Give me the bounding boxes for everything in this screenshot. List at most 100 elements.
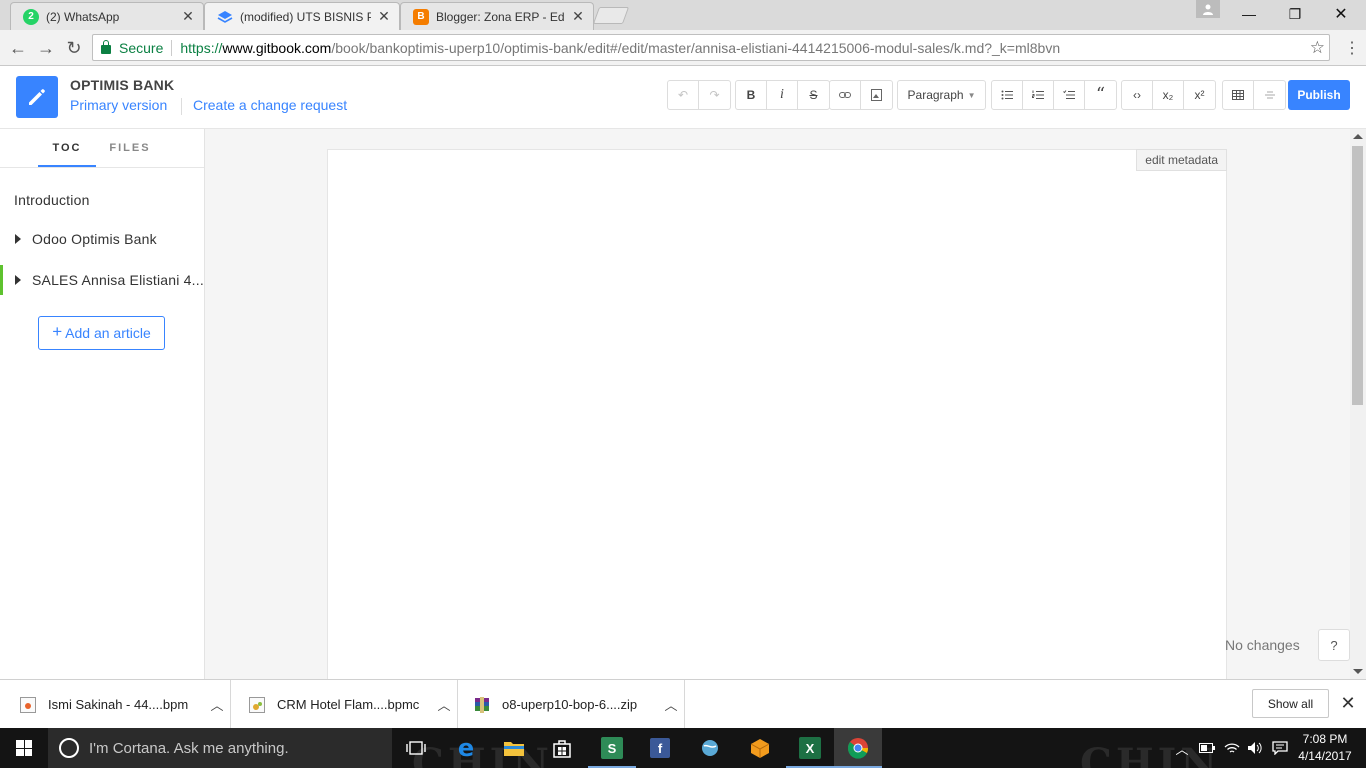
edit-pencil-icon[interactable]	[16, 76, 58, 118]
chevron-up-icon[interactable]: ︿	[431, 695, 457, 714]
format-button-group: B i S	[735, 80, 830, 110]
code-button-group: ‹› x₂ x²	[1121, 80, 1216, 110]
bullet-list-icon[interactable]	[992, 81, 1023, 109]
forward-arrow-icon[interactable]: →	[34, 36, 58, 60]
url-path: /book/bankoptimis-uperp10/optimis-bank/e…	[331, 39, 1061, 56]
tab-title: (modified) UTS BISNIS PR	[240, 9, 371, 24]
blockquote-button[interactable]: “	[1085, 81, 1116, 109]
code-button[interactable]: ‹›	[1122, 81, 1153, 109]
tray-chevron-up-icon[interactable]: ︿	[1172, 728, 1192, 768]
chrome-icon[interactable]	[834, 728, 882, 768]
chevron-down-icon: ▼	[967, 90, 976, 100]
toc-item-label: Odoo Optimis Bank	[32, 231, 157, 247]
tab-blogger[interactable]: B Blogger: Zona ERP - Edit ✕	[400, 2, 594, 30]
file-icon	[249, 696, 265, 713]
gitbook-icon	[217, 9, 233, 25]
download-file-name: Ismi Sakinah - 44....bpm	[48, 697, 189, 712]
vertical-scrollbar[interactable]	[1350, 129, 1366, 679]
profile-icon[interactable]	[1196, 0, 1220, 18]
scrollbar-thumb[interactable]	[1352, 146, 1363, 405]
chevron-up-icon[interactable]: ︿	[658, 695, 684, 714]
change-request-link[interactable]: Create a change request	[193, 97, 347, 113]
italic-button[interactable]: i	[767, 81, 798, 109]
close-tab-icon[interactable]: ✕	[571, 8, 585, 25]
strikethrough-button[interactable]: S	[798, 81, 829, 109]
globe-app-icon[interactable]	[686, 728, 734, 768]
primary-version-link[interactable]: Primary version	[70, 97, 167, 113]
publish-button[interactable]: Publish	[1288, 80, 1350, 110]
system-clock[interactable]: 7:08 PM 4/14/2017	[1296, 731, 1354, 765]
scroll-up-icon[interactable]	[1353, 134, 1363, 139]
bookmark-star-icon[interactable]: ☆	[1310, 38, 1325, 58]
cortana-search-box[interactable]: I'm Cortana. Ask me anything.	[48, 728, 392, 768]
help-button[interactable]: ?	[1318, 629, 1350, 661]
add-article-button[interactable]: + Add an article	[38, 316, 165, 350]
book-title: OPTIMIS BANK	[70, 77, 175, 93]
superscript-button[interactable]: x²	[1184, 81, 1215, 109]
facebook-icon[interactable]: f	[636, 728, 684, 768]
paragraph-style-label: Paragraph	[907, 88, 964, 102]
link-icon[interactable]	[830, 81, 861, 109]
download-item[interactable]: CRM Hotel Flam....bpmc ︿	[231, 680, 458, 729]
store-icon[interactable]	[538, 728, 586, 768]
image-icon[interactable]	[861, 81, 892, 109]
edge-browser-icon[interactable]: e	[442, 728, 490, 768]
table-icon[interactable]	[1223, 81, 1254, 109]
close-tab-icon[interactable]: ✕	[181, 8, 195, 25]
toc-item-introduction[interactable]: Introduction	[0, 187, 204, 213]
show-all-downloads-button[interactable]: Show all	[1252, 689, 1329, 718]
package-app-icon[interactable]	[736, 728, 784, 768]
caret-right-icon[interactable]	[15, 275, 21, 285]
undo-icon[interactable]: ↶	[668, 81, 699, 109]
cortana-placeholder: I'm Cortana. Ask me anything.	[89, 739, 289, 757]
edit-metadata-button[interactable]: edit metadata	[1136, 149, 1227, 171]
notification-center-icon[interactable]	[1268, 728, 1292, 768]
download-item[interactable]: o8-uperp10-bop-6....zip ︿	[458, 680, 685, 729]
wifi-icon[interactable]	[1221, 728, 1243, 768]
chevron-up-icon[interactable]: ︿	[204, 695, 230, 714]
secure-label: Secure	[119, 39, 164, 56]
scroll-down-icon[interactable]	[1353, 669, 1363, 674]
windows-start-icon[interactable]	[0, 728, 48, 768]
close-window-icon[interactable]: ✕	[1318, 0, 1364, 28]
tab-whatsapp[interactable]: 2 (2) WhatsApp ✕	[10, 2, 204, 30]
tab-gitbook[interactable]: (modified) UTS BISNIS PR ✕	[204, 2, 400, 30]
close-shelf-icon[interactable]: ✕	[1338, 693, 1358, 713]
caret-right-icon[interactable]	[15, 234, 21, 244]
archive-icon	[474, 696, 490, 713]
download-file-name: o8-uperp10-bop-6....zip	[502, 697, 638, 712]
restore-window-icon[interactable]: ❐	[1272, 0, 1318, 28]
redo-icon[interactable]: ↷	[699, 81, 730, 109]
volume-icon[interactable]	[1244, 728, 1266, 768]
toc-item-odoo-optimis-bank[interactable]: Odoo Optimis Bank	[0, 226, 204, 252]
tab-files[interactable]: FILES	[100, 139, 160, 167]
minimize-window-icon[interactable]: —	[1226, 0, 1272, 28]
excel-icon[interactable]: X	[786, 728, 834, 768]
app-s-icon[interactable]: S	[588, 728, 636, 768]
subscript-button[interactable]: x₂	[1153, 81, 1184, 109]
back-arrow-icon[interactable]: ←	[6, 36, 30, 60]
file-explorer-icon[interactable]	[490, 728, 538, 768]
bold-button[interactable]: B	[736, 81, 767, 109]
horizontal-rule-icon[interactable]	[1254, 81, 1285, 109]
chrome-menu-icon[interactable]: ⋮	[1342, 38, 1362, 58]
task-view-icon[interactable]	[392, 728, 440, 768]
address-bar[interactable]: Secure https:// www.gitbook.com /book/ba…	[92, 34, 1330, 61]
lock-icon	[101, 40, 111, 54]
numbered-list-icon[interactable]	[1023, 81, 1054, 109]
blogger-icon: B	[413, 8, 429, 25]
reload-icon[interactable]: ↻	[62, 36, 86, 60]
task-list-icon[interactable]	[1054, 81, 1085, 109]
close-tab-icon[interactable]: ✕	[377, 8, 391, 25]
cortana-icon	[59, 738, 79, 758]
download-shelf: Ismi Sakinah - 44....bpm ︿ CRM Hotel Fla…	[0, 679, 1366, 729]
editor-page[interactable]: edit metadata	[327, 149, 1227, 679]
battery-icon[interactable]	[1196, 728, 1218, 768]
paragraph-style-select[interactable]: Paragraph ▼	[897, 80, 986, 110]
download-item[interactable]: Ismi Sakinah - 44....bpm ︿	[0, 680, 231, 729]
tab-toc[interactable]: TOC	[38, 139, 96, 167]
insert-button-group	[829, 80, 893, 110]
toc-item-label: Introduction	[14, 192, 90, 208]
toc-item-sales-annisa[interactable]: SALES Annisa Elistiani 4...	[0, 265, 204, 295]
new-tab-button[interactable]	[592, 7, 630, 24]
